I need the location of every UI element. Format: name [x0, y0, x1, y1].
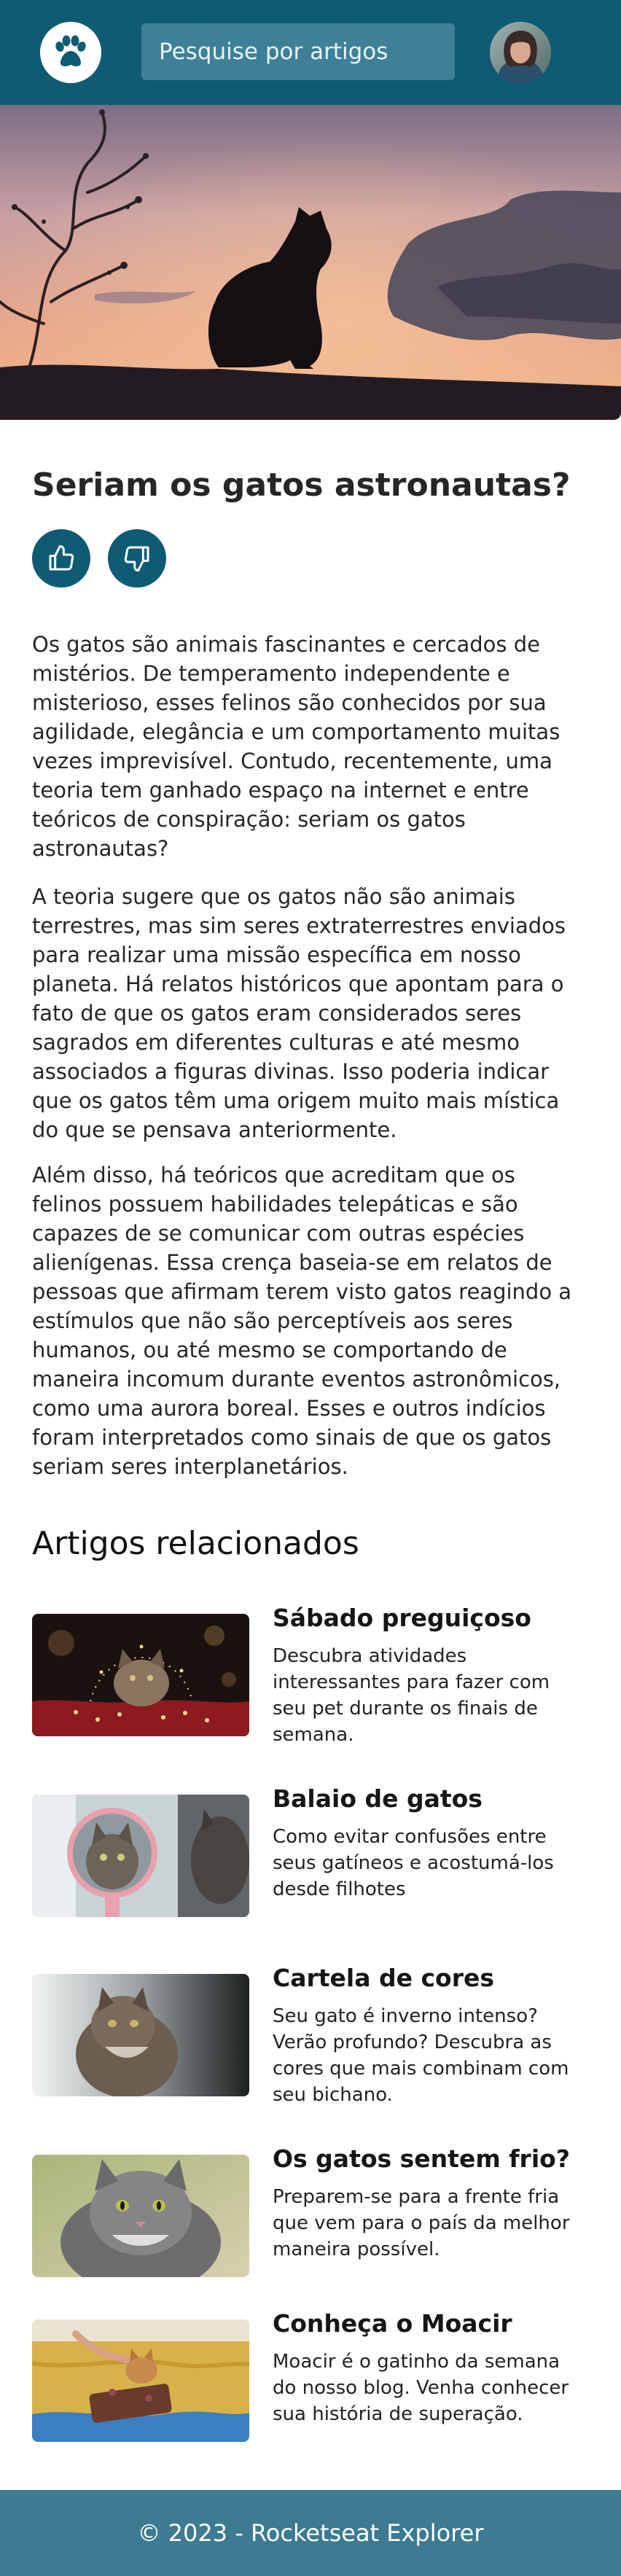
related-article-title: Sábado preguiçoso — [273, 1604, 531, 1632]
article-paragraph: A teoria sugere que os gatos não são ani… — [32, 884, 566, 1142]
site-footer: © 2023 - Rocketseat Explorer — [0, 2490, 621, 2576]
related-article-description: Seu gato é inverno intenso? Verão profun… — [273, 2005, 569, 2106]
related-article-card[interactable]: Sábado preguiçoso Descubra atividades in… — [32, 1604, 589, 1746]
hero-image — [0, 105, 621, 420]
thumbs-down-icon — [124, 546, 149, 572]
kitten-on-yellow-blanket-image — [32, 2319, 249, 2442]
related-article-description: Preparem-se para a frente fria que vem p… — [273, 2186, 570, 2260]
article-title: Seriam os gatos astronautas? — [32, 467, 571, 504]
related-article-description: Como evitar confusões entre seus gatíneo… — [273, 1826, 554, 1900]
user-avatar[interactable] — [490, 22, 551, 83]
related-article-title: Conheça o Moacir — [273, 2309, 512, 2338]
related-article-description: Moacir é o gatinho da semana do nosso bl… — [273, 2351, 569, 2425]
related-article-title: Balaio de gatos — [273, 1784, 483, 1813]
search-input[interactable] — [141, 23, 455, 80]
site-header — [0, 0, 621, 105]
related-article-card[interactable]: Os gatos sentem frio? Preparem-se para a… — [32, 2144, 589, 2279]
related-article-title: Cartela de cores — [273, 1964, 495, 1992]
related-articles-heading: Artigos relacionados — [32, 1525, 359, 1562]
tabby-cat-by-window-image — [32, 1974, 249, 2096]
article-paragraph: Os gatos são animais fascinantes e cerca… — [32, 632, 561, 861]
cat-with-fairy-lights-image — [32, 1614, 249, 1736]
article-paragraph: Além disso, há teóricos que acreditam qu… — [32, 1163, 572, 1479]
cat-looking-in-mirror-image — [32, 1795, 249, 1917]
grey-cat-portrait-image — [32, 2155, 249, 2277]
like-button[interactable] — [32, 529, 90, 588]
related-article-card[interactable]: Balaio de gatos Como evitar confusões en… — [32, 1784, 589, 1919]
footer-copyright: © 2023 - Rocketseat Explorer — [137, 2519, 484, 2547]
related-article-description: Descubra atividades interessantes para f… — [273, 1645, 550, 1746]
thumbs-up-icon — [49, 545, 74, 571]
related-article-card[interactable]: Cartela de cores Seu gato é inverno inte… — [32, 1964, 589, 2106]
paw-icon — [55, 35, 86, 66]
logo-button[interactable] — [40, 22, 101, 83]
related-article-card[interactable]: Conheça o Moacir Moacir é o gatinho da s… — [32, 2309, 589, 2443]
dislike-button[interactable] — [108, 529, 166, 588]
related-article-title: Os gatos sentem frio? — [273, 2144, 570, 2173]
